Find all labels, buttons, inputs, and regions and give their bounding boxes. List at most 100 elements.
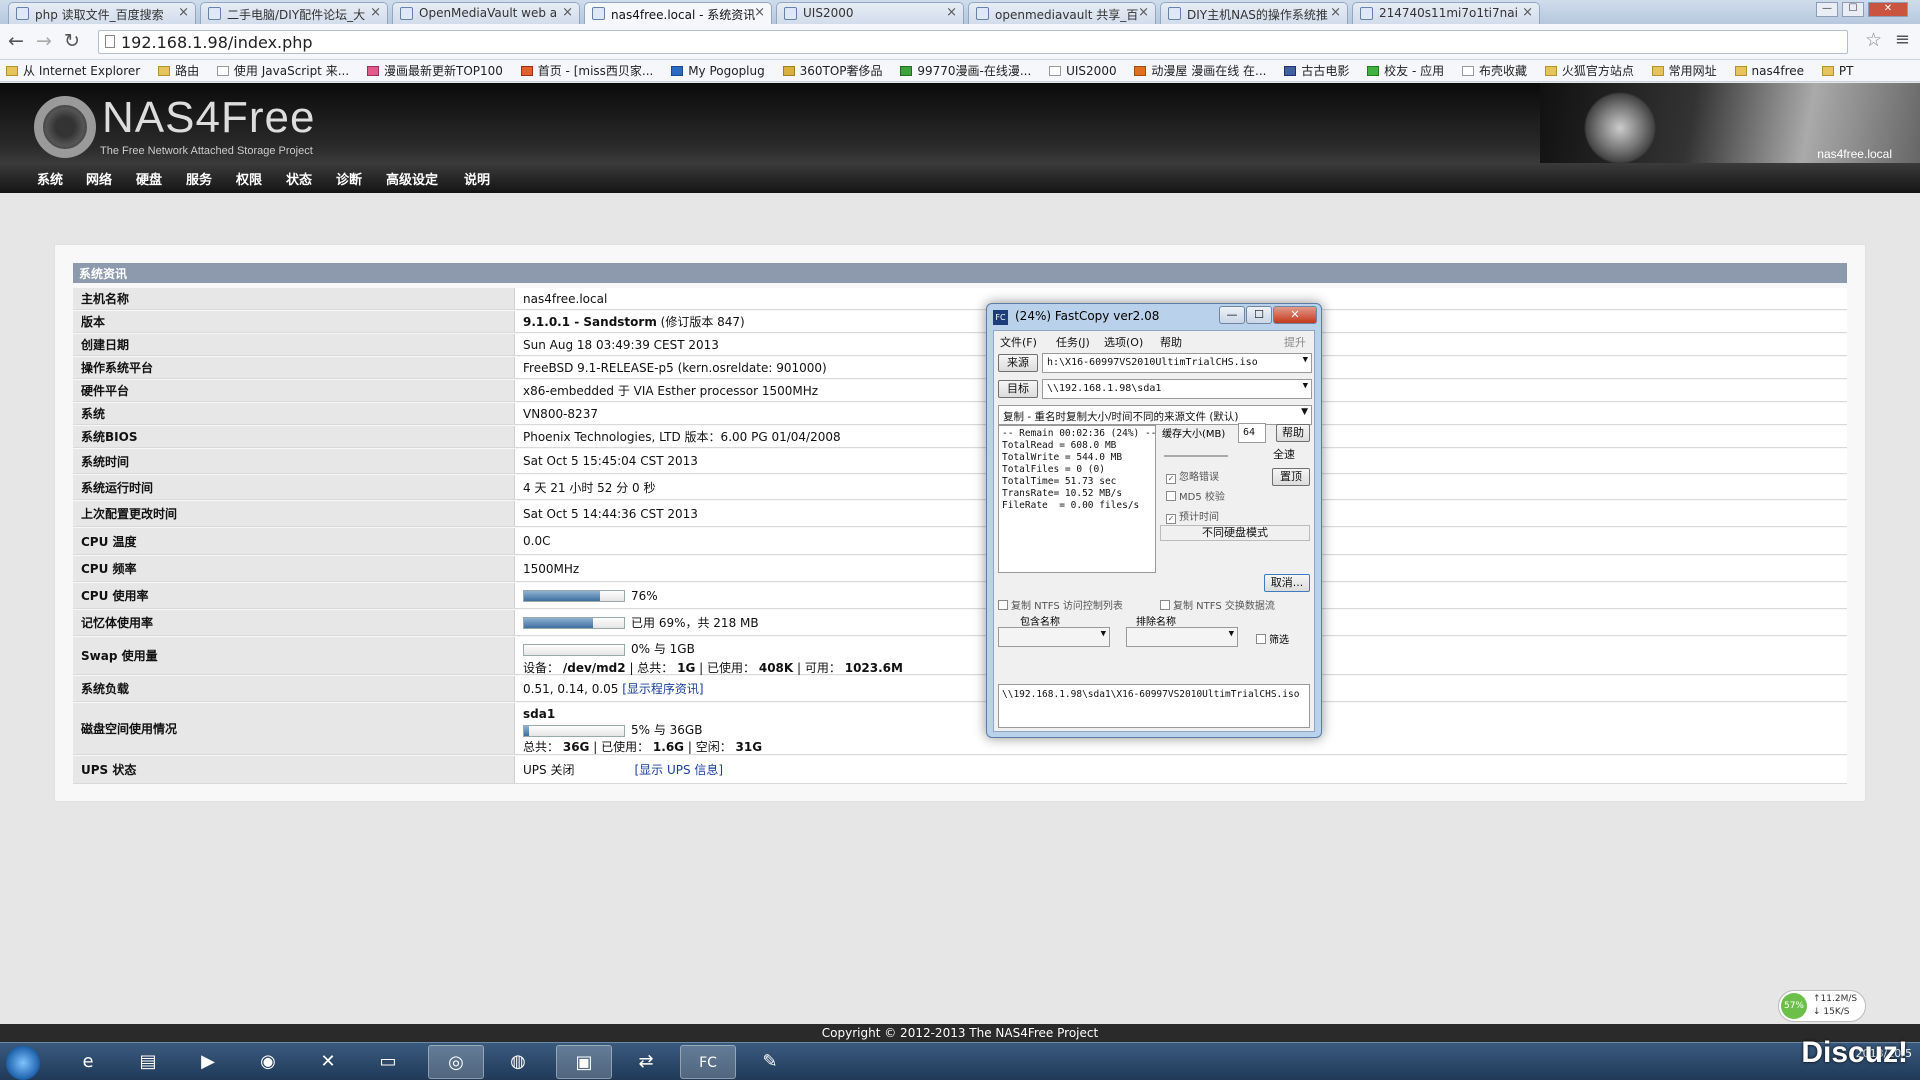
cpu-usage-bar [523,589,625,602]
nav-services[interactable]: 服务 [186,169,212,188]
tab-close-icon[interactable]: × [1330,5,1341,20]
page-favicon-icon [1168,7,1181,20]
nav-access[interactable]: 权限 [236,169,262,188]
speed-slider[interactable] [1164,449,1228,457]
folder-icon[interactable]: ▭ [360,1045,416,1079]
bookmark-item[interactable]: My Pogoplug [671,64,765,78]
browser-tab[interactable]: UIS2000 × [776,2,964,24]
bookmark-item[interactable]: 布壳收藏 [1461,62,1527,79]
window-minimize-button[interactable]: — [1816,2,1838,17]
fc-menu-file[interactable]: 文件(F) [1000,334,1037,350]
network-app-icon[interactable]: ◉ [240,1045,296,1079]
bookmark-item[interactable]: 古古电影 [1284,62,1349,79]
bookmark-item[interactable]: 360TOP奢侈品 [782,62,883,79]
ignore-errors-checkbox[interactable]: ✓ 忽略错误 [1166,468,1219,484]
browser-menu-icon[interactable]: ≡ [1895,29,1910,50]
destination-path-input[interactable]: \\192.168.1.98\sda1 ▼ [1042,379,1312,399]
firefox-icon[interactable]: ◍ [490,1045,546,1079]
remote-desktop-icon[interactable]: ▣ [556,1045,612,1079]
source-button[interactable]: 来源 [998,354,1038,372]
window-close-button[interactable]: ✕ [1868,2,1908,17]
tab-close-icon[interactable]: × [1138,5,1149,20]
forward-icon[interactable]: → [36,30,52,52]
info-row-system-time: 系统时间 Sat Oct 5 15:45:04 CST 2013 [73,449,1847,474]
tab-close-icon[interactable]: × [370,5,381,20]
bookmark-item[interactable]: 常用网址 [1651,62,1717,79]
cancel-button[interactable]: 取消... [1264,574,1310,592]
fc-menu-job[interactable]: 任务(J) [1056,334,1090,350]
copy-mode-select[interactable]: 复制 - 重名时复制大小/时间不同的来源文件 (默认) ▼ [998,405,1312,425]
nav-disks[interactable]: 硬盘 [136,169,162,188]
windows-start-button[interactable] [6,1046,40,1080]
browser-tab[interactable]: 二手电脑/DIY配件论坛_大 × [200,2,388,24]
nav-status[interactable]: 状态 [286,169,312,188]
nav-advanced[interactable]: 高级设定 [386,169,438,188]
bookmark-item[interactable]: nas4free [1734,64,1804,78]
app-icon[interactable]: ✎ [742,1045,798,1079]
reload-icon[interactable]: ↻ [64,30,80,52]
browser-tab[interactable]: php 读取文件_百度搜索 × [8,2,196,24]
chrome-icon[interactable]: ◎ [428,1045,484,1079]
explorer-icon[interactable]: ▤ [120,1045,176,1079]
buffer-size-input[interactable]: 64 [1238,423,1266,443]
fc-menu-elevate[interactable]: 提升 [1284,334,1306,350]
bookmark-item[interactable]: 火狐官方站点 [1544,62,1634,79]
tab-close-icon[interactable]: × [562,5,573,20]
ie-icon[interactable]: e [60,1045,116,1079]
fc-menu-options[interactable]: 选项(O) [1104,334,1143,350]
nav-help[interactable]: 说明 [464,169,490,188]
nav-network[interactable]: 网络 [86,169,112,188]
tab-close-icon[interactable]: × [754,5,765,20]
browser-tab-active[interactable]: nas4free.local - 系统资讯 × [584,2,772,24]
exclude-name-input[interactable]: ▼ [1126,627,1238,647]
show-processes-link[interactable]: [显示程序资讯] [622,680,703,697]
bookmark-item[interactable]: UIS2000 [1049,64,1117,78]
tab-close-icon[interactable]: × [946,5,957,20]
bookmark-item[interactable]: PT [1821,64,1853,78]
topmost-button[interactable]: 置顶 [1272,468,1310,486]
address-bar[interactable]: 192.168.1.98/index.php [98,30,1848,54]
bookmark-item[interactable]: 漫画最新更新TOP100 [366,62,503,79]
buffer-size-label: 缓存大小(MB) [1162,429,1226,440]
destination-button[interactable]: 目标 [998,380,1038,398]
network-icon[interactable]: ⇄ [618,1045,674,1079]
disk-usage-text: 5% 与 36GB [631,723,703,737]
bookmark-item[interactable]: 路由 [158,62,199,79]
source-path-input[interactable]: h:\X16-60997VS2010UltimTrialCHS.iso ▼ [1042,353,1312,373]
bookmark-star-icon[interactable]: ☆ [1865,29,1882,51]
copy-ads-checkbox[interactable]: 复制 NTFS 交换数据流 [1160,597,1275,612]
fastcopy-minimize-button[interactable]: — [1219,306,1245,324]
window-maximize-button[interactable]: ☐ [1842,2,1864,17]
fastcopy-taskbar-icon[interactable]: FC [680,1045,736,1079]
bookmark-item[interactable]: 首页 - [miss西贝家... [520,62,653,79]
fastcopy-close-button[interactable]: ✕ [1273,306,1317,324]
back-icon[interactable]: ← [8,30,24,52]
app-icon[interactable]: ✕ [300,1045,356,1079]
browser-tab[interactable]: OpenMediaVault web a × [392,2,580,24]
filter-checkbox[interactable]: 筛选 [1256,631,1289,646]
estimate-time-checkbox[interactable]: ✓ 预计时间 [1166,508,1219,524]
fc-menu-help[interactable]: 帮助 [1160,334,1182,350]
tab-title: php 读取文件_百度搜索 [35,8,164,22]
network-speed-widget[interactable]: 57% ↑11.2M/S ↓ 15K/S [1778,990,1866,1022]
bookmark-item[interactable]: 动漫屋 漫画在线 在... [1134,62,1267,79]
show-ups-link[interactable]: [显示 UPS 信息] [634,761,723,778]
md5-verify-checkbox[interactable]: MD5 校验 [1166,488,1225,503]
media-player-icon[interactable]: ▶ [180,1045,236,1079]
bookmark-item[interactable]: 使用 JavaScript 来... [216,62,349,79]
bookmark-item[interactable]: 99770漫画-在线漫... [900,62,1031,79]
browser-tab[interactable]: DIY主机NAS的操作系统推 × [1160,2,1348,24]
tab-close-icon[interactable]: × [1522,5,1533,20]
copy-acl-checkbox[interactable]: 复制 NTFS 访问控制列表 [998,597,1123,612]
nav-diagnostics[interactable]: 诊断 [336,169,362,188]
tab-close-icon[interactable]: × [178,5,189,20]
help-button[interactable]: 帮助 [1276,424,1310,442]
fastcopy-maximize-button[interactable]: ☐ [1246,306,1272,324]
nav-system[interactable]: 系统 [37,169,63,188]
include-name-input[interactable]: ▼ [998,627,1110,647]
fastcopy-app-icon: FC [993,310,1008,325]
bookmark-item[interactable]: 校友 - 应用 [1367,62,1444,79]
browser-tab[interactable]: openmediavault 共享_百 × [968,2,1156,24]
browser-tab[interactable]: 214740s11mi7o1ti7nai × [1352,2,1540,24]
bookmark-item[interactable]: 从 Internet Explorer [6,62,140,79]
